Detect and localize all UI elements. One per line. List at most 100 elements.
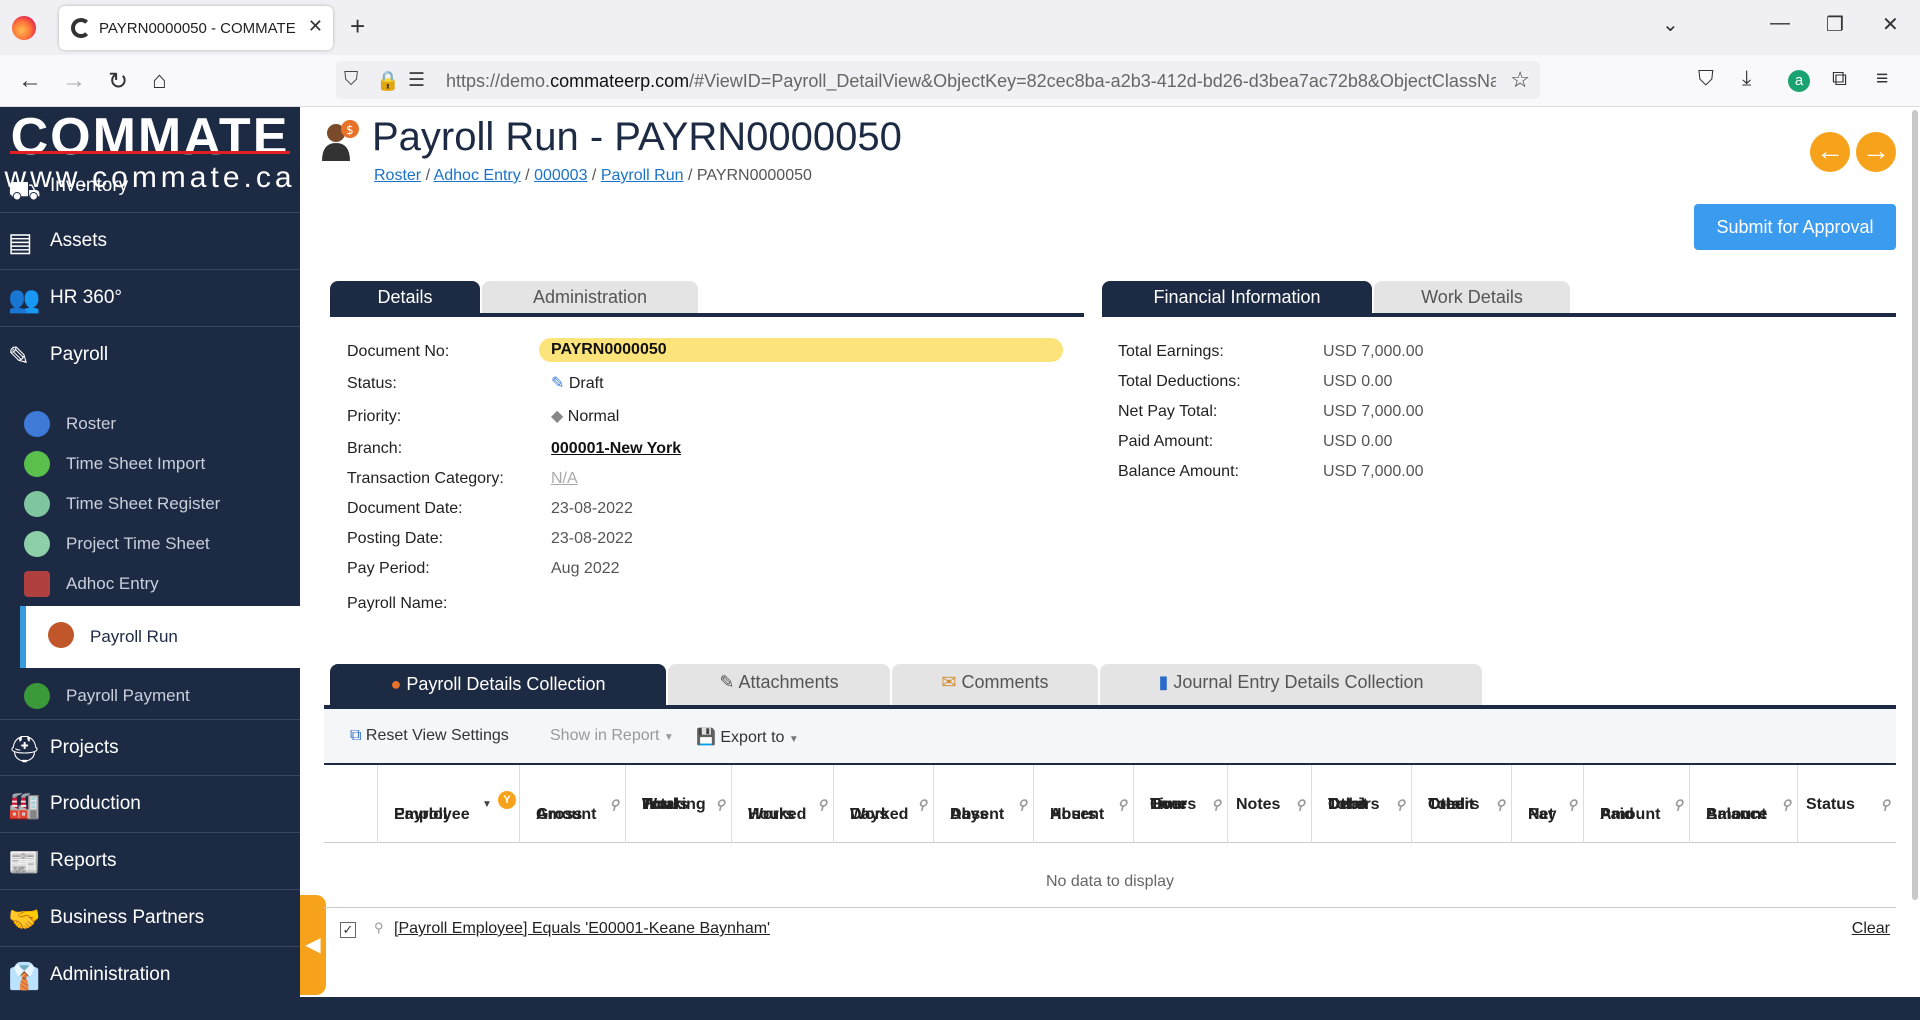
sidebar-item-payroll[interactable]: ✎ Payroll [0,327,300,384]
col-worked-hours[interactable]: Worked Hours ⚲ [732,765,834,843]
url-text[interactable]: https://demo.commateerp.com/#ViewID=Payr… [446,71,1496,92]
new-tab-icon[interactable]: + [350,11,365,42]
sidebar-item-reports[interactable]: 📰 Reports [0,833,300,890]
browser-tab-bar: PAYRN0000050 - COMMATE ERP ✕ + ⌄ — ❐ ✕ [0,0,1920,55]
transaction-category-value[interactable]: N/A [551,470,578,488]
home-icon[interactable]: ⌂ [152,67,167,95]
url-bar[interactable]: ⛉ 🔒 ☰ https://demo.commateerp.com/#ViewI… [336,61,1540,99]
col-net-pay[interactable]: Net Pay ⚲ [1512,765,1584,843]
sidebar-item-business-partners[interactable]: 🤝 Business Partners [0,890,300,947]
tab-financial-information[interactable]: Financial Information [1102,281,1372,313]
sidebar-item-production[interactable]: 🏭 Production [0,776,300,833]
page-scrollbar[interactable] [1912,110,1918,900]
col-total-credit-others[interactable]: Total Credit Others ⚲ [1412,765,1512,843]
pocket-icon[interactable]: ⛉ [1698,67,1714,91]
sidebar-item-roster[interactable]: Roster [0,403,300,443]
col-payroll-employee[interactable]: Payroll Employee ▼ Y [378,765,520,843]
col-paid-amount[interactable]: Paid Amount ⚲ [1584,765,1690,843]
filter-enabled-checkbox[interactable]: ✓ [340,922,356,938]
back-icon[interactable]: ← [18,67,42,95]
sidebar-item-administration[interactable]: 👔 Administration [0,947,300,1004]
pin-icon[interactable]: ⚲ [609,795,619,814]
sidebar-item-inventory[interactable]: ⛟ Inventory [0,171,300,213]
lock-icon[interactable]: 🔒 [376,69,400,93]
breadcrumb-000003[interactable]: 000003 [534,167,587,184]
col-worked-days[interactable]: Worked Days ⚲ [834,765,934,843]
window-close-icon[interactable]: ✕ [1882,12,1899,37]
col-gross-amount[interactable]: Gross Amount ⚲ [520,765,626,843]
col-status[interactable]: Status ⚲ [1798,765,1896,843]
download-icon[interactable]: ⤓ [1742,67,1751,91]
tab-administration[interactable]: Administration [482,281,698,313]
pin-icon[interactable]: ⚲ [1117,795,1127,814]
pin-icon[interactable]: ⚲ [917,795,927,814]
sidebar-item-payroll-run[interactable]: Payroll Run [20,606,300,668]
bookmark-star-icon[interactable]: ☆ [1510,67,1530,93]
sidebar-item-project-time-sheet[interactable]: Project Time Sheet [0,523,300,563]
chevron-down-icon[interactable]: ⌄ [1662,12,1679,37]
previous-record-icon[interactable]: ← [1810,132,1850,172]
col-total-working-hours[interactable]: Total Working Hours ⚲ [626,765,732,843]
sidebar-item-projects[interactable]: ⛑ Projects [0,719,300,776]
commate-favicon-icon [71,18,91,38]
sidebar-item-hr360[interactable]: 👥 HR 360° [0,270,300,327]
col-absent-days[interactable]: Absent Days ⚲ [934,765,1034,843]
pin-icon[interactable]: ⚲ [1567,795,1577,814]
filter-active-icon[interactable]: Y [498,791,516,809]
timesheet-register-icon [24,491,50,517]
branch-link[interactable]: 000001-New York [551,440,681,458]
col-notes[interactable]: Notes ⚲ [1228,765,1312,843]
breadcrumb-adhoc-entry[interactable]: Adhoc Entry [434,167,521,184]
pin-icon[interactable]: ⚲ [1781,795,1791,814]
next-record-icon[interactable]: → [1856,132,1896,172]
filter-expression-link[interactable]: [Payroll Employee] Equals 'E00001-Keane … [394,920,770,938]
comments-icon: ✉ [941,672,957,692]
breadcrumb-payroll-run[interactable]: Payroll Run [601,167,684,184]
tab-journal-entry-details-collection[interactable]: ▮ Journal Entry Details Collection [1100,664,1482,705]
sidebar-item-assets[interactable]: ▤ Assets [0,213,300,270]
pin-icon[interactable]: ⚲ [1880,795,1890,814]
branch-label: Branch: [347,440,403,457]
clear-filter-link[interactable]: Clear [1852,920,1890,938]
permissions-icon[interactable]: ☰ [408,69,425,92]
col-absent-hours[interactable]: Absent Hours ⚲ [1034,765,1134,843]
pin-icon[interactable]: ⚲ [1495,795,1505,814]
browser-tab[interactable]: PAYRN0000050 - COMMATE ERP ✕ [59,6,333,50]
tab-work-details[interactable]: Work Details [1374,281,1570,313]
reset-view-settings-button[interactable]: ⧉ Reset View Settings [350,727,509,745]
extension-account-icon[interactable]: a [1788,70,1810,92]
minimize-icon[interactable]: — [1770,12,1790,35]
pin-icon[interactable]: ⚲ [715,795,725,814]
sidebar-item-adhoc-entry[interactable]: Adhoc Entry [0,563,300,603]
shield-icon[interactable]: ⛉ [344,69,358,91]
menu-icon[interactable]: ≡ [1876,67,1888,91]
col-over-time-hours[interactable]: Over Time Hours ⚲ [1134,765,1228,843]
sidebar-item-payroll-payment[interactable]: Payroll Payment [0,675,300,715]
breadcrumb-roster[interactable]: Roster [374,167,421,184]
pin-icon[interactable]: ⚲ [1017,795,1027,814]
pin-icon[interactable]: ⚲ [1211,795,1221,814]
submit-for-approval-button[interactable]: Submit for Approval [1694,204,1896,250]
reload-icon[interactable]: ↻ [108,67,128,96]
doc-no-label: Document No: [347,343,450,360]
pin-icon[interactable]: ⚲ [1673,795,1683,814]
forward-icon[interactable]: → [62,67,86,95]
show-in-report-button[interactable]: Show in Report ▼ [550,727,674,745]
sidebar-item-time-sheet-register[interactable]: Time Sheet Register [0,483,300,523]
pin-icon[interactable]: ⚲ [817,795,827,814]
col-balance-amount[interactable]: Balance Amount ⚲ [1690,765,1798,843]
extensions-icon[interactable]: ⧉ [1832,67,1847,91]
restore-icon[interactable]: ❐ [1826,12,1844,37]
col-total-debit-others[interactable]: Total Debit Others ⚲ [1312,765,1412,843]
sidebar-item-time-sheet-import[interactable]: Time Sheet Import [0,443,300,483]
close-tab-icon[interactable]: ✕ [308,16,323,37]
tab-comments[interactable]: ✉ Comments [892,664,1098,705]
export-to-button[interactable]: 💾 Export to ▼ [696,727,799,747]
pin-icon[interactable]: ⚲ [1295,795,1305,814]
tab-payroll-details-collection[interactable]: ● Payroll Details Collection [330,664,666,705]
tab-details[interactable]: Details [330,281,480,313]
partners-icon: 🤝 [8,904,41,934]
paid-amount-label: Paid Amount: [1118,433,1214,450]
tab-attachments[interactable]: ✎ Attachments [668,664,890,705]
pin-icon[interactable]: ⚲ [1395,795,1405,814]
